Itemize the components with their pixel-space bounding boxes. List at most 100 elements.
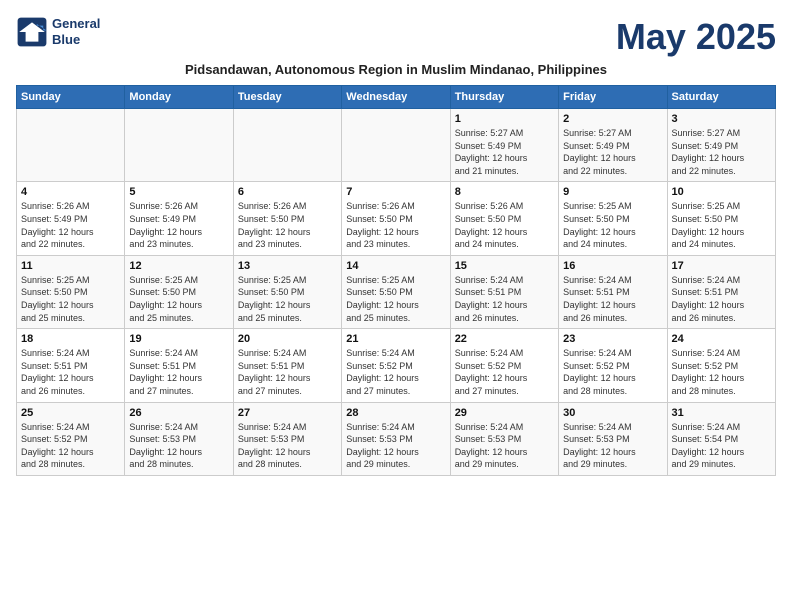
weekday-header-cell: Saturday xyxy=(667,86,775,109)
day-number: 4 xyxy=(21,186,120,198)
day-info: Sunrise: 5:24 AM Sunset: 5:52 PM Dayligh… xyxy=(346,347,445,397)
day-info: Sunrise: 5:24 AM Sunset: 5:52 PM Dayligh… xyxy=(563,347,662,397)
day-number: 20 xyxy=(238,333,337,345)
day-number: 26 xyxy=(129,407,228,419)
day-info: Sunrise: 5:24 AM Sunset: 5:54 PM Dayligh… xyxy=(672,421,771,471)
day-info: Sunrise: 5:25 AM Sunset: 5:50 PM Dayligh… xyxy=(21,274,120,324)
calendar-cell: 27Sunrise: 5:24 AM Sunset: 5:53 PM Dayli… xyxy=(233,402,341,475)
day-number: 31 xyxy=(672,407,771,419)
day-info: Sunrise: 5:27 AM Sunset: 5:49 PM Dayligh… xyxy=(672,127,771,177)
calendar-cell: 20 Sunrise: 5:24 AM Sunset: 5:51 PM Dayli… xyxy=(233,329,341,402)
day-info: Sunrise: 5:24 AM Sunset: 5:53 PM Dayligh… xyxy=(455,421,554,471)
day-number: 19 xyxy=(129,333,228,345)
day-info: Sunrise: 5:24 AM Sunset: 5:53 PM Dayligh… xyxy=(129,421,228,471)
day-number: 28 xyxy=(346,407,445,419)
calendar-week-row: 18 Sunrise: 5:24 AM Sunset: 5:51 PM Dayli… xyxy=(17,329,776,402)
day-info: Sunrise: 5:24 AM Sunset: 5:52 PM Dayligh… xyxy=(21,421,120,471)
calendar-cell: 19 Sunrise: 5:24 AM Sunset: 5:51 PM Dayli… xyxy=(125,329,233,402)
calendar-cell: 14Sunrise: 5:25 AM Sunset: 5:50 PM Dayli… xyxy=(342,255,450,328)
day-info: Sunrise: 5:25 AM Sunset: 5:50 PM Dayligh… xyxy=(563,200,662,250)
calendar-cell: 13Sunrise: 5:25 AM Sunset: 5:50 PM Dayli… xyxy=(233,255,341,328)
calendar-cell xyxy=(342,109,450,182)
day-info: Sunrise: 5:27 AM Sunset: 5:49 PM Dayligh… xyxy=(455,127,554,177)
calendar-cell: 8 Sunrise: 5:26 AM Sunset: 5:50 PM Daylig… xyxy=(450,182,558,255)
calendar-subtitle: Pidsandawan, Autonomous Region in Muslim… xyxy=(16,62,776,77)
calendar-week-row: 1 Sunrise: 5:27 AM Sunset: 5:49 PM Daylig… xyxy=(17,109,776,182)
day-number: 10 xyxy=(672,186,771,198)
calendar-cell: 12 Sunrise: 5:25 AM Sunset: 5:50 PM Dayli… xyxy=(125,255,233,328)
calendar-week-row: 11 Sunrise: 5:25 AM Sunset: 5:50 PM Dayli… xyxy=(17,255,776,328)
day-info: Sunrise: 5:27 AM Sunset: 5:49 PM Dayligh… xyxy=(563,127,662,177)
calendar-cell: 17 Sunrise: 5:24 AM Sunset: 5:51 PM Dayli… xyxy=(667,255,775,328)
calendar-cell xyxy=(125,109,233,182)
calendar-cell: 23 Sunrise: 5:24 AM Sunset: 5:52 PM Dayli… xyxy=(559,329,667,402)
day-number: 3 xyxy=(672,113,771,125)
day-number: 2 xyxy=(563,113,662,125)
calendar-cell: 6 Sunrise: 5:26 AM Sunset: 5:50 PM Daylig… xyxy=(233,182,341,255)
weekday-header-cell: Sunday xyxy=(17,86,125,109)
day-info: Sunrise: 5:24 AM Sunset: 5:51 PM Dayligh… xyxy=(563,274,662,324)
weekday-header-cell: Tuesday xyxy=(233,86,341,109)
calendar-cell: 5 Sunrise: 5:26 AM Sunset: 5:49 PM Daylig… xyxy=(125,182,233,255)
calendar-cell: 4 Sunrise: 5:26 AM Sunset: 5:49 PM Daylig… xyxy=(17,182,125,255)
calendar-cell xyxy=(233,109,341,182)
day-info: Sunrise: 5:24 AM Sunset: 5:51 PM Dayligh… xyxy=(672,274,771,324)
calendar-cell: 25 Sunrise: 5:24 AM Sunset: 5:52 PM Dayli… xyxy=(17,402,125,475)
calendar-cell: 15Sunrise: 5:24 AM Sunset: 5:51 PM Dayli… xyxy=(450,255,558,328)
day-info: Sunrise: 5:24 AM Sunset: 5:51 PM Dayligh… xyxy=(238,347,337,397)
day-info: Sunrise: 5:24 AM Sunset: 5:51 PM Dayligh… xyxy=(455,274,554,324)
month-title: May 2025 xyxy=(616,16,776,58)
day-info: Sunrise: 5:26 AM Sunset: 5:50 PM Dayligh… xyxy=(455,200,554,250)
logo-icon xyxy=(16,16,48,48)
day-number: 11 xyxy=(21,260,120,272)
calendar-cell: 22Sunrise: 5:24 AM Sunset: 5:52 PM Dayli… xyxy=(450,329,558,402)
day-number: 16 xyxy=(563,260,662,272)
weekday-header-cell: Wednesday xyxy=(342,86,450,109)
calendar-cell: 3 Sunrise: 5:27 AM Sunset: 5:49 PM Daylig… xyxy=(667,109,775,182)
weekday-header-cell: Friday xyxy=(559,86,667,109)
weekday-header-cell: Thursday xyxy=(450,86,558,109)
day-info: Sunrise: 5:24 AM Sunset: 5:52 PM Dayligh… xyxy=(455,347,554,397)
day-info: Sunrise: 5:26 AM Sunset: 5:49 PM Dayligh… xyxy=(21,200,120,250)
day-info: Sunrise: 5:25 AM Sunset: 5:50 PM Dayligh… xyxy=(129,274,228,324)
weekday-header-row: SundayMondayTuesdayWednesdayThursdayFrid… xyxy=(17,86,776,109)
calendar-table: SundayMondayTuesdayWednesdayThursdayFrid… xyxy=(16,85,776,476)
day-info: Sunrise: 5:24 AM Sunset: 5:53 PM Dayligh… xyxy=(238,421,337,471)
day-info: Sunrise: 5:24 AM Sunset: 5:52 PM Dayligh… xyxy=(672,347,771,397)
day-info: Sunrise: 5:26 AM Sunset: 5:49 PM Dayligh… xyxy=(129,200,228,250)
calendar-cell: 10 Sunrise: 5:25 AM Sunset: 5:50 PM Dayli… xyxy=(667,182,775,255)
day-number: 12 xyxy=(129,260,228,272)
day-info: Sunrise: 5:25 AM Sunset: 5:50 PM Dayligh… xyxy=(672,200,771,250)
calendar-cell: 24 Sunrise: 5:24 AM Sunset: 5:52 PM Dayli… xyxy=(667,329,775,402)
day-number: 1 xyxy=(455,113,554,125)
calendar-cell: 29 Sunrise: 5:24 AM Sunset: 5:53 PM Dayli… xyxy=(450,402,558,475)
day-number: 23 xyxy=(563,333,662,345)
day-number: 5 xyxy=(129,186,228,198)
day-info: Sunrise: 5:26 AM Sunset: 5:50 PM Dayligh… xyxy=(346,200,445,250)
day-number: 29 xyxy=(455,407,554,419)
day-number: 6 xyxy=(238,186,337,198)
calendar-cell: 7 Sunrise: 5:26 AM Sunset: 5:50 PM Daylig… xyxy=(342,182,450,255)
day-number: 24 xyxy=(672,333,771,345)
day-number: 8 xyxy=(455,186,554,198)
day-info: Sunrise: 5:25 AM Sunset: 5:50 PM Dayligh… xyxy=(346,274,445,324)
day-info: Sunrise: 5:24 AM Sunset: 5:53 PM Dayligh… xyxy=(563,421,662,471)
day-number: 9 xyxy=(563,186,662,198)
calendar-week-row: 4 Sunrise: 5:26 AM Sunset: 5:49 PM Daylig… xyxy=(17,182,776,255)
calendar-body: 1 Sunrise: 5:27 AM Sunset: 5:49 PM Daylig… xyxy=(17,109,776,476)
day-number: 25 xyxy=(21,407,120,419)
day-number: 17 xyxy=(672,260,771,272)
calendar-cell: 1 Sunrise: 5:27 AM Sunset: 5:49 PM Daylig… xyxy=(450,109,558,182)
logo-text: General Blue xyxy=(52,16,100,47)
calendar-cell: 11 Sunrise: 5:25 AM Sunset: 5:50 PM Dayli… xyxy=(17,255,125,328)
logo: General Blue xyxy=(16,16,100,48)
day-number: 18 xyxy=(21,333,120,345)
day-number: 30 xyxy=(563,407,662,419)
day-info: Sunrise: 5:24 AM Sunset: 5:51 PM Dayligh… xyxy=(129,347,228,397)
day-info: Sunrise: 5:26 AM Sunset: 5:50 PM Dayligh… xyxy=(238,200,337,250)
day-number: 7 xyxy=(346,186,445,198)
calendar-cell xyxy=(17,109,125,182)
weekday-header-cell: Monday xyxy=(125,86,233,109)
calendar-cell: 31 Sunrise: 5:24 AM Sunset: 5:54 PM Dayli… xyxy=(667,402,775,475)
day-info: Sunrise: 5:25 AM Sunset: 5:50 PM Dayligh… xyxy=(238,274,337,324)
